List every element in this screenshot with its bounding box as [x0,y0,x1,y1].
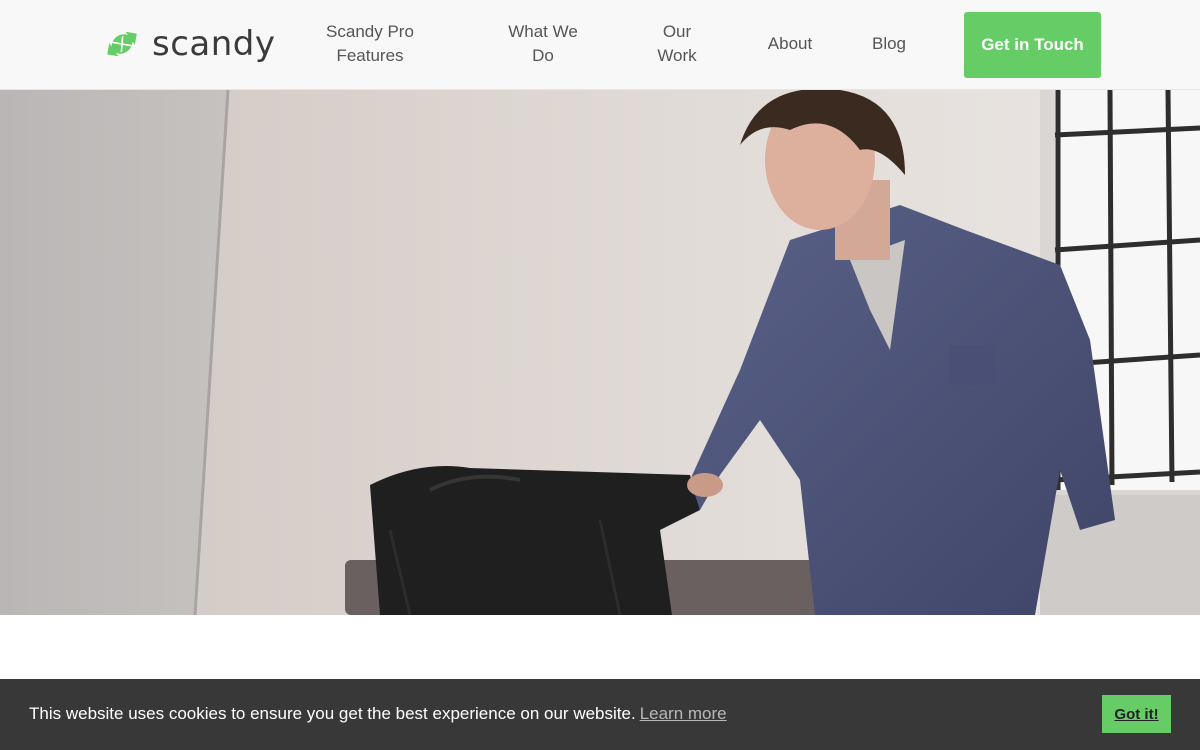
nav-about[interactable]: About [762,20,818,68]
brand-logo[interactable]: scandy [100,22,276,66]
nav-blog[interactable]: Blog [866,20,912,68]
hero-image [0,90,1200,615]
get-in-touch-button[interactable]: Get in Touch [964,12,1101,78]
cookie-accept-button[interactable]: Got it! [1102,695,1171,733]
brand-name: scandy [152,24,276,64]
site-header: scandy Scandy Pro Features What We Do Ou… [0,0,1200,90]
man-with-black-duffel-bag-photo [0,90,1200,615]
nav-what-we-do[interactable]: What We Do [500,20,586,68]
candy-logo-icon [107,31,137,57]
cookie-message: This website uses cookies to ensure you … [29,703,727,725]
cookie-learn-more-link[interactable]: Learn more [640,704,727,723]
cookie-consent-banner: This website uses cookies to ensure you … [0,679,1200,750]
nav-scandy-pro-features[interactable]: Scandy Pro Features [318,20,422,68]
cookie-message-text: This website uses cookies to ensure you … [29,704,636,723]
nav-our-work[interactable]: Our Work [648,20,706,68]
